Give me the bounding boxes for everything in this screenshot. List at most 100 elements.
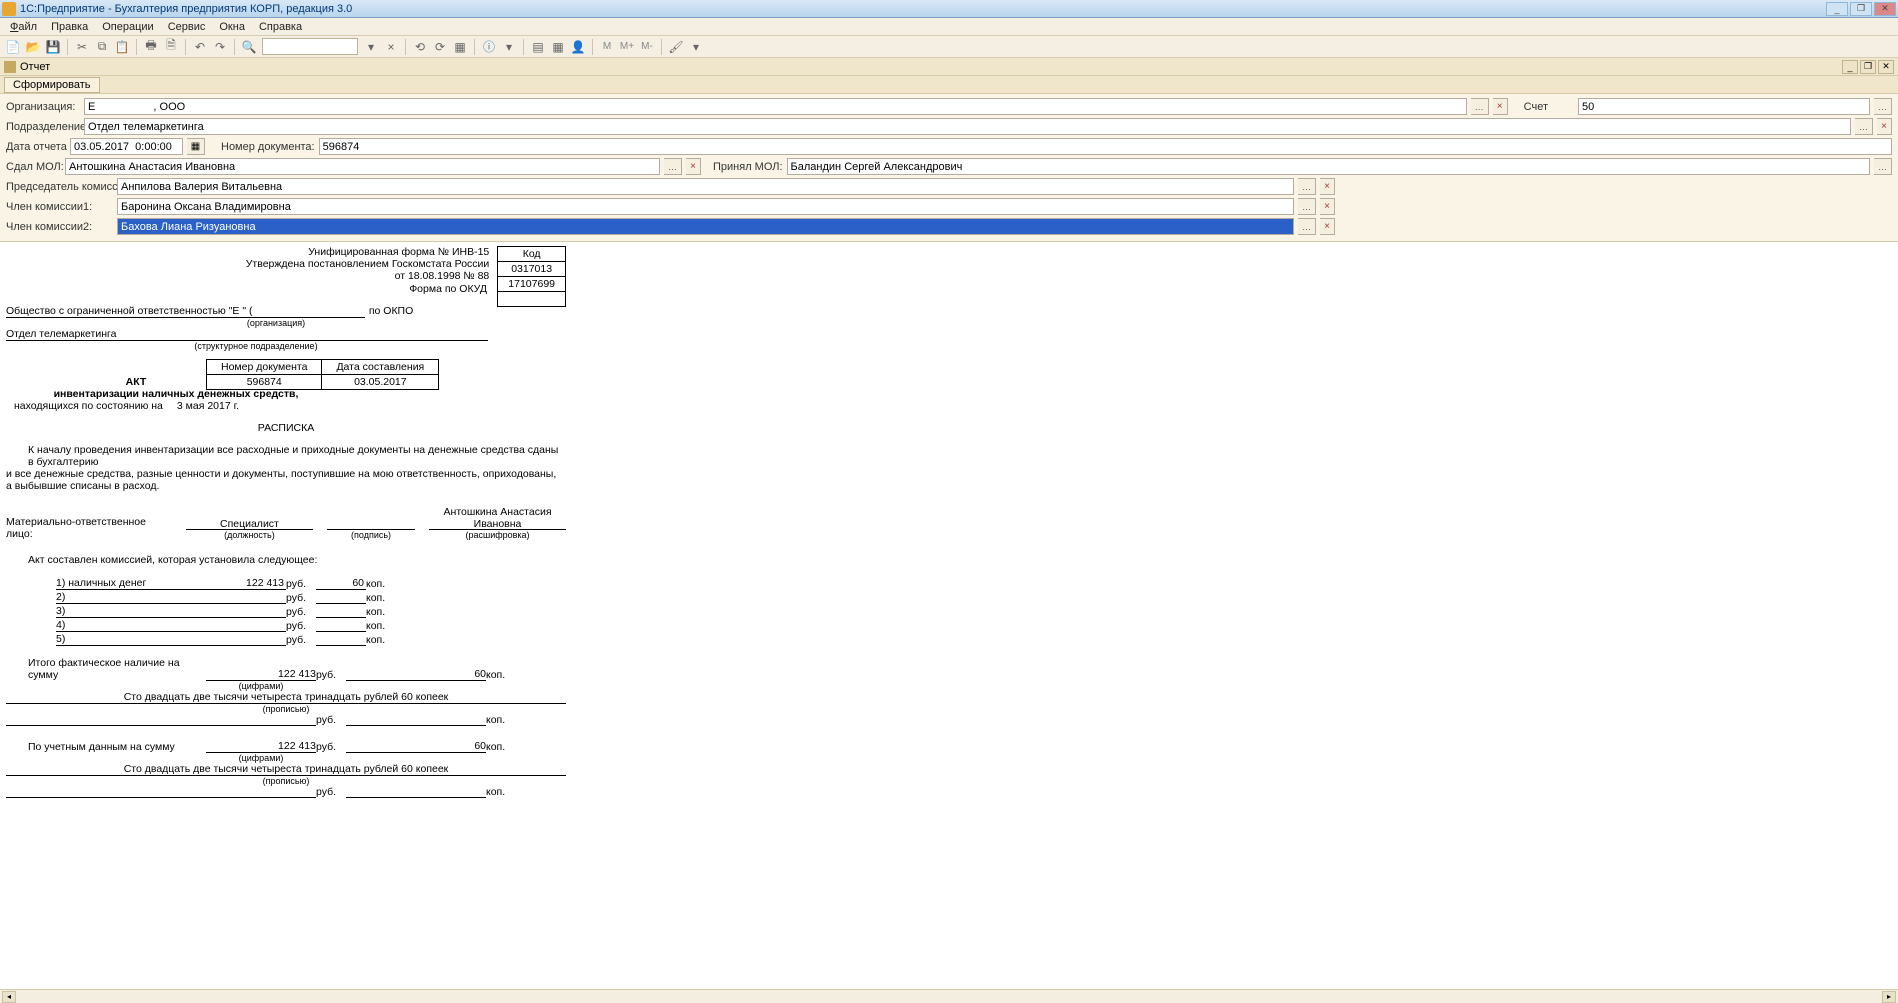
tools-drop-icon[interactable]: ▾ [687,38,705,56]
book-words-cap: (прописью) [6,776,566,786]
new-icon[interactable]: 📄 [4,38,22,56]
total-rub-u: руб. [316,669,346,681]
scroll-right-button[interactable]: ▸ [1882,991,1896,1003]
window-title: 1С:Предприятие - Бухгалтерия предприятия… [20,3,1826,15]
undo-icon[interactable]: ↶ [191,38,209,56]
mplus-icon[interactable]: M+ [618,38,636,56]
dept-clear-button[interactable]: × [1877,118,1892,135]
open-icon[interactable]: 📂 [24,38,42,56]
handed-input[interactable] [65,158,660,175]
menu-file[interactable]: Файл [4,21,43,33]
accepted-lookup-button[interactable]: … [1874,158,1892,175]
close-button[interactable]: ✕ [1874,2,1896,16]
preview-icon[interactable]: 🗎 [162,38,180,56]
menu-service[interactable]: Сервис [162,21,212,33]
handed-clear-button[interactable]: × [686,158,701,175]
kop3: коп. [366,606,396,618]
org-lookup-button[interactable]: … [1471,98,1489,115]
org-clear-button[interactable]: × [1493,98,1508,115]
main-toolbar: 📄 📂 💾 ✂ ⧉ 📋 🖶 🗎 ↶ ↷ 🔍 ▾ × ⟲ ⟳ ▦ ⓘ ▾ ▤ ▦ … [0,36,1898,58]
save-icon[interactable]: 💾 [44,38,62,56]
receipt-title: РАСПИСКА [6,422,566,434]
maximize-button[interactable]: ❐ [1850,2,1872,16]
approved-date: от 18.08.1998 № 88 [6,270,491,282]
book-rub: 122 413 [206,740,316,753]
calendar-icon[interactable]: ▦ [451,38,469,56]
generate-button[interactable]: Сформировать [4,77,100,93]
asof-label: находящихся по состоянию на [14,400,163,412]
member1-clear-button[interactable]: × [1320,198,1335,215]
amount-row-5: 5) [56,633,206,646]
horizontal-scrollbar[interactable]: ◂ ▸ [0,989,1898,1003]
date-input[interactable] [70,138,183,155]
amount-row-4: 4) [56,619,206,632]
member1-lookup-button[interactable]: … [1298,198,1316,215]
drop-icon[interactable]: ▾ [500,38,518,56]
paste-icon[interactable]: 📋 [113,38,131,56]
doc-info-table: Номер документаДата составления 59687403… [206,359,439,390]
chairman-clear-button[interactable]: × [1320,178,1335,195]
scroll-left-button[interactable]: ◂ [2,991,16,1003]
search-icon[interactable]: 🔍 [240,38,258,56]
book-kop: 60 [346,740,486,753]
menu-edit[interactable]: Правка [45,21,94,33]
tools-icon[interactable]: 🖌 [667,38,685,56]
grid2-icon[interactable]: ▦ [549,38,567,56]
org-label: Организация: [6,101,80,113]
mdi-restore-button[interactable]: ❐ [1860,60,1876,74]
report-viewer[interactable]: Код 0317013 17107699 Унифицированная фор… [0,242,1898,989]
blank-rub: руб. [316,714,346,726]
dropdown-icon[interactable]: ▾ [362,38,380,56]
act-subtitle: инвентаризации наличных денежных средств… [6,388,346,400]
rub1: руб. [286,578,316,590]
account-lookup-button[interactable]: … [1874,98,1892,115]
mdi-minimize-button[interactable]: _ [1842,60,1858,74]
book-rub-u: руб. [316,741,346,753]
docnum-input[interactable] [319,138,1892,155]
asof-date: 3 мая 2017 г. [177,400,239,412]
nav-back-icon[interactable]: ⟲ [411,38,429,56]
member2-lookup-button[interactable]: … [1298,218,1316,235]
total-label: Итого фактическое наличие на сумму [6,657,206,681]
dept-lookup-button[interactable]: … [1855,118,1873,135]
date-label: Дата отчета [6,141,66,153]
nav-fwd-icon[interactable]: ⟳ [431,38,449,56]
accepted-input[interactable] [787,158,1870,175]
dept-input[interactable] [84,118,1851,135]
handed-lookup-button[interactable]: … [664,158,682,175]
member2-input[interactable] [117,218,1294,235]
grid1-icon[interactable]: ▤ [529,38,547,56]
copy-icon[interactable]: ⧉ [93,38,111,56]
mdi-close-button[interactable]: ✕ [1878,60,1894,74]
mol-name-cap: (расшифровка) [429,530,566,540]
search-combo[interactable] [262,38,358,55]
mol-pos-cap: (должность) [186,530,313,540]
m-icon[interactable]: M [598,38,616,56]
dept-caption: (структурное подразделение) [76,341,436,351]
print-icon[interactable]: 🖶 [142,38,160,56]
user-icon[interactable]: 👤 [569,38,587,56]
okpo-label: по ОКПО [365,305,417,318]
mdi-title: Отчет [20,61,50,73]
info-icon[interactable]: ⓘ [480,38,498,56]
member2-clear-button[interactable]: × [1320,218,1335,235]
chairman-lookup-button[interactable]: … [1298,178,1316,195]
menu-help[interactable]: Справка [253,21,308,33]
rub4: руб. [286,620,316,632]
mol-label: Материально-ответственное лицо: [6,516,172,540]
kop1: коп. [366,578,396,590]
account-input[interactable] [1578,98,1870,115]
chairman-input[interactable] [117,178,1294,195]
clear-icon[interactable]: × [382,38,400,56]
org-input[interactable] [84,98,1467,115]
menu-operations[interactable]: Операции [96,21,159,33]
date-calendar-button[interactable]: ▦ [187,138,205,155]
minimize-button[interactable]: _ [1826,2,1848,16]
kop2: коп. [366,592,396,604]
receipt-line2: и все денежные средства, разные ценности… [6,468,566,480]
menu-windows[interactable]: Окна [213,21,251,33]
member1-input[interactable] [117,198,1294,215]
cut-icon[interactable]: ✂ [73,38,91,56]
mminus-icon[interactable]: M- [638,38,656,56]
redo-icon[interactable]: ↷ [211,38,229,56]
